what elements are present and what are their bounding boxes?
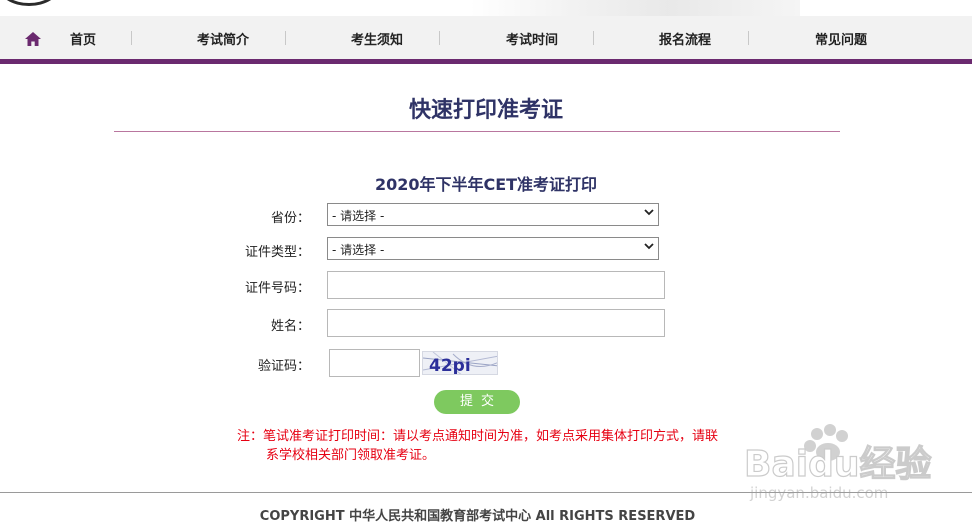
- home-icon[interactable]: [24, 31, 42, 47]
- nav-item-registration-process[interactable]: 报名流程: [659, 29, 711, 48]
- id-number-input[interactable]: [327, 271, 665, 299]
- province-select[interactable]: - 请选择 -: [327, 203, 659, 226]
- footer-divider: [0, 492, 972, 493]
- province-label: 省份：: [270, 211, 310, 226]
- id-type-select-value: - 请选择 -: [332, 243, 385, 257]
- copyright-text: COPYRIGHT 中华人民共和国教育部考试中心 All RIGHTS RESE…: [259, 509, 696, 524]
- form-title: 2020年下半年CET准考证打印: [374, 175, 598, 194]
- nav-item-home[interactable]: 首页: [70, 29, 96, 48]
- site-logo: [0, 0, 60, 6]
- nav-accent-bar: [0, 59, 972, 64]
- chevron-down-icon: [644, 243, 654, 250]
- id-type-select[interactable]: - 请选择 -: [327, 237, 659, 260]
- nav-item-exam-intro[interactable]: 考试简介: [197, 29, 249, 48]
- page-title: 快速打印准考证: [408, 98, 563, 123]
- note-line-1: 注：笔试准考证打印时间：请以考点通知时间为准，如考点采用集体打印方式，请联: [237, 429, 719, 444]
- id-type-label: 证件类型：: [244, 245, 310, 260]
- nav-item-exam-time[interactable]: 考试时间: [506, 29, 558, 48]
- captcha-image[interactable]: 42pi: [422, 351, 498, 375]
- nav-separator: [285, 31, 286, 45]
- name-label: 姓名：: [270, 319, 310, 334]
- submit-button[interactable]: 提交: [434, 390, 520, 414]
- nav-separator: [439, 31, 440, 45]
- top-banner: [0, 0, 972, 16]
- captcha-label: 验证码：: [257, 359, 310, 374]
- id-number-label: 证件号码：: [244, 281, 310, 296]
- province-select-value: - 请选择 -: [332, 209, 385, 223]
- captcha-text: 42pi: [429, 356, 471, 375]
- name-input[interactable]: [327, 309, 665, 337]
- captcha-input[interactable]: [329, 349, 420, 377]
- watermark-url: jingyan.baidu.com: [749, 484, 888, 502]
- banner-image: [470, 0, 800, 16]
- title-divider: [114, 131, 840, 132]
- chevron-down-icon: [644, 209, 654, 216]
- nav-separator: [748, 31, 749, 45]
- note-line-2: 系学校相关部门领取准考证。: [266, 448, 436, 463]
- nav-separator: [593, 31, 594, 45]
- nav-item-faq[interactable]: 常见问题: [815, 29, 867, 48]
- nav-separator: [131, 31, 132, 45]
- print-time-note: 注：笔试准考证打印时间：请以考点通知时间为准，如考点采用集体打印方式，请联 系学…: [237, 427, 777, 465]
- nav-item-candidate-notice[interactable]: 考生须知: [351, 29, 403, 48]
- captcha-noise: 42pi: [423, 352, 497, 375]
